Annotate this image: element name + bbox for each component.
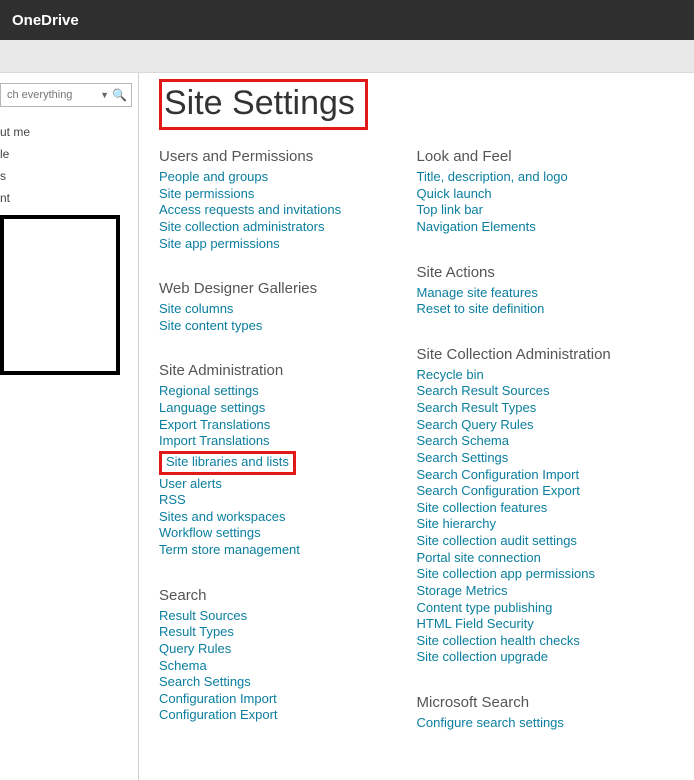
link-query-rules[interactable]: Query Rules [159,641,393,658]
search-icon[interactable]: 🔍 [112,88,127,102]
link-portal-site-connection[interactable]: Portal site connection [417,550,651,567]
ribbon [0,40,694,73]
section-web-designer-galleries: Web Designer Galleries Site columnsSite c… [159,280,393,334]
link-people-and-groups[interactable]: People and groups [159,169,393,186]
section-microsoft-search: Microsoft Search Configure search setting… [417,694,651,732]
link-title-description-and-logo[interactable]: Title, description, and logo [417,169,651,186]
link-import-translations[interactable]: Import Translations [159,433,393,450]
section-site-administration: Site Administration Regional settingsLang… [159,362,393,558]
search-box[interactable]: ▼ 🔍 [0,83,132,107]
link-site-collection-health-checks[interactable]: Site collection health checks [417,633,651,650]
link-user-alerts[interactable]: User alerts [159,476,393,493]
settings-column-left: Users and PermissionsPeople and groupsSi… [159,148,417,760]
section-heading: Site Administration [159,362,393,379]
sidebar-item[interactable]: ut me [0,121,132,143]
sidebar-item[interactable]: s [0,165,132,187]
top-bar: OneDrive [0,0,694,40]
link-quick-launch[interactable]: Quick launch [417,186,651,203]
link-site-collection-audit-settings[interactable]: Site collection audit settings [417,533,651,550]
section-site-collection-administration: Site Collection Administration Recycle bi… [417,346,651,666]
link-html-field-security[interactable]: HTML Field Security [417,616,651,633]
link-site-collection-app-permissions[interactable]: Site collection app permissions [417,566,651,583]
left-sidebar: ▼ 🔍 ut melesnt [0,73,139,780]
section-heading: Site Actions [417,264,651,281]
link-storage-metrics[interactable]: Storage Metrics [417,583,651,600]
link-result-types[interactable]: Result Types [159,624,393,641]
section-heading: Look and Feel [417,148,651,165]
section-heading: Users and Permissions [159,148,393,165]
sidebar-item[interactable]: le [0,143,132,165]
link-search-query-rules[interactable]: Search Query Rules [417,417,651,434]
section-look-and-feel: Look and Feel Title, description, and log… [417,148,651,236]
link-rss[interactable]: RSS [159,492,393,509]
link-site-hierarchy[interactable]: Site hierarchy [417,516,651,533]
link-site-collection-administrators[interactable]: Site collection administrators [159,219,393,236]
link-search-configuration-import[interactable]: Search Configuration Import [417,467,651,484]
link-manage-site-features[interactable]: Manage site features [417,285,651,302]
section-search: Search Result SourcesResult TypesQuery Ru… [159,587,393,724]
link-configuration-export[interactable]: Configuration Export [159,707,393,724]
section-site-actions: Site Actions Manage site featuresReset to… [417,264,651,318]
link-content-type-publishing[interactable]: Content type publishing [417,600,651,617]
link-search-settings[interactable]: Search Settings [159,674,393,691]
section-heading: Web Designer Galleries [159,280,393,297]
main-content: Site Settings Users and Permissions Peopl… [139,73,694,780]
link-search-settings[interactable]: Search Settings [417,450,651,467]
link-search-result-sources[interactable]: Search Result Sources [417,383,651,400]
link-search-result-types[interactable]: Search Result Types [417,400,651,417]
link-site-permissions[interactable]: Site permissions [159,186,393,203]
link-site-columns[interactable]: Site columns [159,301,393,318]
link-site-libraries-and-lists[interactable]: Site libraries and lists [159,451,296,475]
link-configure-search-settings[interactable]: Configure search settings [417,715,651,732]
section-heading: Microsoft Search [417,694,651,711]
redacted-box [0,215,120,375]
link-language-settings[interactable]: Language settings [159,400,393,417]
link-configuration-import[interactable]: Configuration Import [159,691,393,708]
section-heading: Site Collection Administration [417,346,651,363]
sidebar-item[interactable]: nt [0,187,132,209]
section-heading: Search [159,587,393,604]
link-site-collection-features[interactable]: Site collection features [417,500,651,517]
app-title: OneDrive [12,12,79,29]
settings-column-right: Look and Feel Title, description, and log… [417,148,675,760]
link-result-sources[interactable]: Result Sources [159,608,393,625]
link-site-app-permissions[interactable]: Site app permissions [159,236,393,253]
link-site-collection-upgrade[interactable]: Site collection upgrade [417,649,651,666]
link-navigation-elements[interactable]: Navigation Elements [417,219,651,236]
link-top-link-bar[interactable]: Top link bar [417,202,651,219]
link-workflow-settings[interactable]: Workflow settings [159,525,393,542]
link-schema[interactable]: Schema [159,658,393,675]
chevron-down-icon[interactable]: ▼ [100,90,109,100]
link-access-requests-and-invitations[interactable]: Access requests and invitations [159,202,393,219]
link-export-translations[interactable]: Export Translations [159,417,393,434]
link-recycle-bin[interactable]: Recycle bin [417,367,651,384]
link-sites-and-workspaces[interactable]: Sites and workspaces [159,509,393,526]
page-title: Site Settings [159,79,368,130]
link-reset-to-site-definition[interactable]: Reset to site definition [417,301,651,318]
link-search-schema[interactable]: Search Schema [417,433,651,450]
search-input[interactable] [5,88,97,102]
link-site-content-types[interactable]: Site content types [159,318,393,335]
link-search-configuration-export[interactable]: Search Configuration Export [417,483,651,500]
link-regional-settings[interactable]: Regional settings [159,383,393,400]
link-term-store-management[interactable]: Term store management [159,542,393,559]
section-users-and-permissions: Users and PermissionsPeople and groupsSi… [159,148,393,252]
